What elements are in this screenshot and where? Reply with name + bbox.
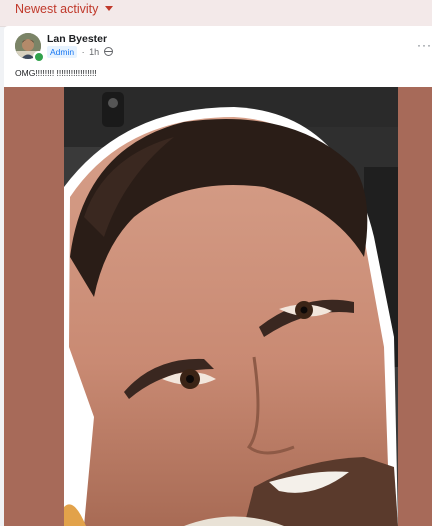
more-options-icon[interactable]: ··· xyxy=(417,38,432,52)
globe-icon xyxy=(103,47,113,56)
sort-dropdown[interactable]: Newest activity xyxy=(15,2,114,16)
post-media[interactable] xyxy=(4,87,432,526)
post-meta: Admin · 1h xyxy=(47,46,113,58)
post-time[interactable]: 1h xyxy=(89,47,99,57)
sort-label: Newest activity xyxy=(15,2,99,16)
feed-sort-bar: Newest activity xyxy=(0,0,432,27)
online-status-dot xyxy=(33,51,45,63)
post-author-name[interactable]: Lan Byester xyxy=(47,33,107,45)
post-photo xyxy=(64,87,398,526)
post-body-text: OMG!!!!!!!! !!!!!!!!!!!!!!!!! xyxy=(15,68,97,78)
admin-badge: Admin xyxy=(47,46,78,58)
meta-separator: · xyxy=(81,47,85,57)
feed-post: Lan Byester Admin · 1h ··· OMG!!!!!!!! !… xyxy=(4,26,432,526)
caret-down-icon xyxy=(105,6,114,11)
